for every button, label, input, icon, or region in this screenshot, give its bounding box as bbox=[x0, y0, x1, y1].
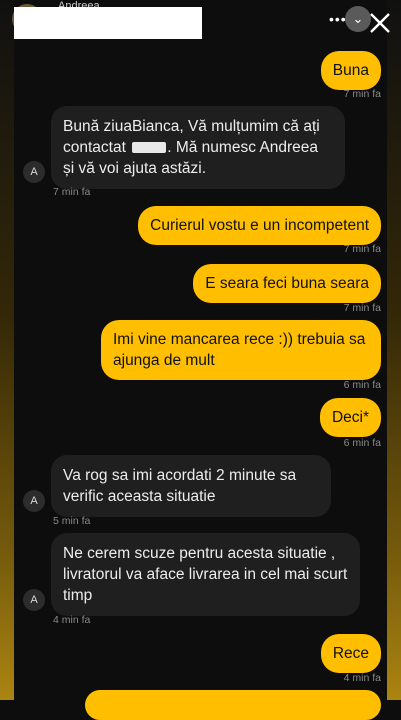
redaction-box bbox=[14, 7, 202, 39]
message-timestamp: 6 min fa bbox=[343, 437, 381, 449]
message-timestamp: 7 min fa bbox=[53, 186, 91, 198]
incoming-message: Ne cerem scuze pentru acesta situatie , … bbox=[51, 533, 360, 616]
screen-edge-right bbox=[387, 0, 401, 700]
outgoing-message-partial bbox=[85, 690, 381, 720]
close-icon[interactable] bbox=[366, 9, 394, 37]
message-timestamp: 7 min fa bbox=[343, 302, 381, 314]
outgoing-message: Imi vine mancarea rece :)) trebuia sa aj… bbox=[101, 320, 381, 380]
message-timestamp: 4 min fa bbox=[53, 614, 91, 626]
message-text: E seara feci buna seara bbox=[205, 275, 369, 292]
message-text: Imi vine mancarea rece :)) trebuia sa aj… bbox=[113, 331, 366, 369]
message-text: Rece bbox=[332, 645, 369, 662]
message-text: Deci* bbox=[331, 409, 369, 426]
message-text: Va rog sa imi acordati 2 minute sa verif… bbox=[63, 467, 297, 505]
incoming-message: Va rog sa imi acordati 2 minute sa verif… bbox=[51, 455, 331, 517]
message-text: Curierul vostu e un incompetent bbox=[150, 217, 369, 234]
message-timestamp: 6 min fa bbox=[343, 379, 381, 391]
outgoing-message: Curierul vostu e un incompetent bbox=[138, 206, 381, 245]
message-text: Buna bbox=[332, 62, 369, 79]
agent-avatar: A bbox=[23, 490, 45, 512]
screen-edge-left bbox=[0, 0, 14, 700]
outgoing-message: Rece bbox=[320, 634, 381, 673]
chat-header: Andreea ••• ⌄ bbox=[0, 0, 401, 46]
message-timestamp: 4 min fa bbox=[343, 672, 381, 684]
message-timestamp: 7 min fa bbox=[343, 88, 381, 100]
outgoing-message: Deci* bbox=[319, 398, 381, 437]
agent-avatar: A bbox=[23, 589, 45, 611]
agent-avatar: A bbox=[23, 161, 45, 183]
outgoing-message: E seara feci buna seara bbox=[193, 264, 381, 303]
incoming-message: Bună ziuaBianca, Vă mulțumim că ați cont… bbox=[51, 106, 345, 189]
redaction-box bbox=[132, 142, 167, 154]
message-timestamp: 5 min fa bbox=[53, 515, 91, 527]
outgoing-message: Buna bbox=[320, 51, 381, 90]
message-timestamp: 7 min fa bbox=[343, 243, 381, 255]
message-text: Ne cerem scuze pentru acesta situatie , … bbox=[63, 545, 348, 604]
